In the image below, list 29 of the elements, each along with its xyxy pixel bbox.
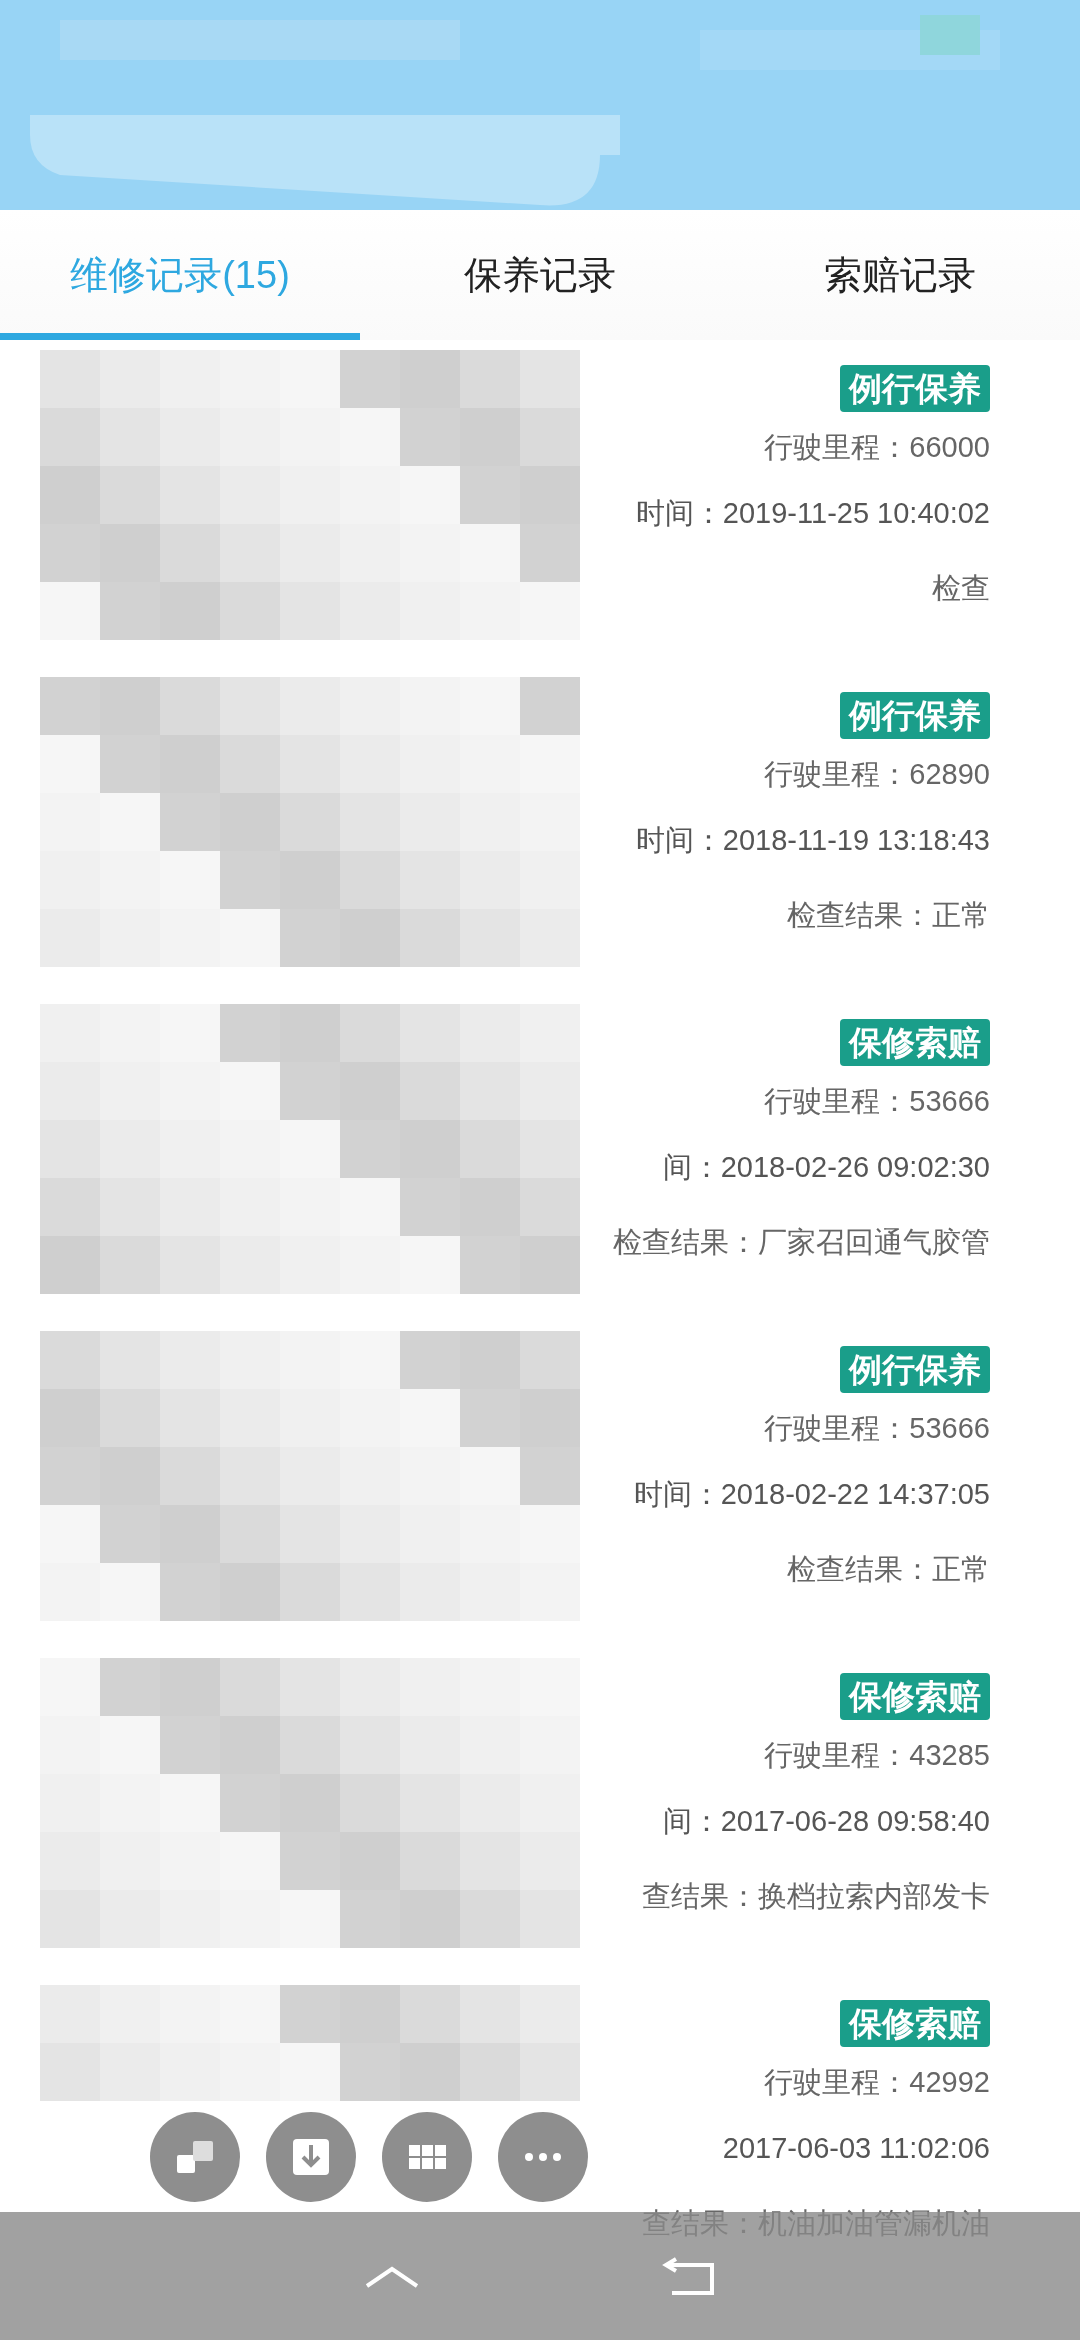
mileage-text: 行驶里程：43285 [764, 1738, 990, 1773]
time-text: 间：2018-02-26 09:02:30 [662, 1149, 990, 1185]
record-type-badge: 保修索赔 [840, 1019, 990, 1066]
tab[interactable]: 索赔记录 [720, 210, 1080, 340]
record-type-badge: 例行保养 [840, 365, 990, 412]
time-text: 间：2017-06-28 09:58:40 [662, 1803, 990, 1839]
time-text: 时间：2018-02-22 14:37:05 [633, 1476, 990, 1512]
result-text: 检查 [932, 571, 990, 606]
result-text: 查结果：换档拉索内部发卡 [642, 1879, 990, 1914]
result-text: 检查结果：厂家召回通气胶管 [613, 1225, 990, 1260]
more-icon [525, 2153, 561, 2161]
result-text: 检查结果：正常 [787, 898, 990, 933]
grid-icon [408, 2145, 446, 2169]
tab[interactable]: 保养记录 [360, 210, 720, 340]
time-text: 时间：2018-11-19 13:18:43 [635, 822, 990, 858]
download-icon [293, 2139, 329, 2175]
mileage-text: 行驶里程：62890 [764, 757, 990, 792]
result-text: 检查结果：正常 [787, 1552, 990, 1587]
record-type-badge: 例行保养 [840, 692, 990, 739]
result-text: 查结果：机油加油管漏机油 [642, 2206, 990, 2241]
time-text: 时间：2019-11-25 10:40:02 [635, 495, 990, 531]
mileage-text: 行驶里程：53666 [764, 1411, 990, 1446]
record-type-badge: 保修索赔 [840, 1673, 990, 1720]
time-text: 2017-06-03 11:02:06 [722, 2130, 990, 2166]
mileage-text: 行驶里程：42992 [764, 2065, 990, 2100]
mileage-text: 行驶里程：53666 [764, 1084, 990, 1119]
mileage-text: 行驶里程：66000 [764, 430, 990, 465]
record-type-badge: 保修索赔 [840, 2000, 990, 2047]
record-type-badge: 例行保养 [840, 1346, 990, 1393]
